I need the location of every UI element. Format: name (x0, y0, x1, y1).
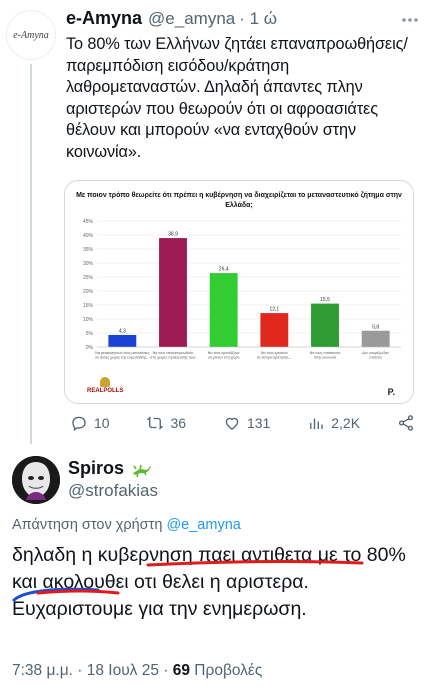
brand-name: REALPOLLS (87, 388, 124, 394)
y-tick-label: 30% (83, 261, 94, 267)
bar (361, 330, 390, 347)
reply-icon (72, 416, 86, 432)
reply-target-link[interactable]: @e_amyna (166, 517, 240, 533)
tweet-text: Το 80% των Ελλήνων ζητάει επαναπροωθήσει… (66, 35, 408, 161)
y-tick-label: 40% (83, 233, 94, 239)
bar-value-label: 5,8 (372, 324, 379, 330)
share-button[interactable] (397, 414, 415, 432)
x-category-label: Να τους εντάσσουν στην κοινωνία (310, 351, 341, 360)
heart-icon (225, 417, 239, 430)
y-tick-label: 20% (83, 289, 94, 295)
y-tick-label: 35% (83, 247, 94, 253)
reply-count: 10 (94, 415, 110, 431)
reply-button[interactable]: 10 (70, 414, 110, 432)
reply-author[interactable]: Spiros (68, 458, 152, 479)
y-tick-label: 25% (83, 275, 94, 281)
x-category-label: Να τους εμποδίζουν να μπουν στη χώρα (208, 351, 240, 360)
tweet-actions: 10 36 131 2,2K (70, 414, 415, 432)
bar-value-label: 12,1 (269, 307, 279, 313)
views-button[interactable]: 2,2K (307, 414, 360, 432)
lizard-icon (133, 464, 152, 477)
bar (159, 238, 187, 347)
reply-meta: 7:38 μ.μ. · 18 Ιουλ 25 · 69 Προβολές (12, 662, 262, 680)
reply-context: Απάντηση στον χρήστη @e_amyna (12, 517, 241, 533)
bar-chart: 0% 5% 10% 15% 20% 25% 30% 35% 40% 45% 4,3 Να μετακι… (83, 219, 401, 360)
brand-mark: P. (387, 387, 395, 397)
reply-views-count: 69 (172, 662, 190, 679)
views-chart-icon (310, 418, 323, 429)
retweet-icon (147, 416, 164, 430)
more-dots-icon[interactable] (401, 10, 419, 28)
chart-brand-logo: REALPOLLS (87, 377, 123, 395)
views-count: 2,2K (331, 415, 361, 431)
bar-value-label: 26,4 (219, 267, 229, 273)
retweet-button[interactable]: 36 (146, 414, 186, 432)
reply-timestamp[interactable]: 7:38 μ.μ. · 18 Ιουλ 25 · (12, 662, 173, 679)
thread-line (30, 64, 32, 444)
bar (108, 334, 137, 347)
share-icon (398, 415, 414, 431)
avatar-logo-text: e-Amyna (13, 29, 49, 41)
reply-prefix: Απάντηση στον χρήστη (12, 517, 167, 533)
retweet-count: 36 (170, 415, 187, 431)
bar-value-label: 38,9 (168, 232, 178, 238)
author-avatar[interactable]: e-Amyna (6, 10, 56, 60)
y-tick-label: 15% (83, 303, 94, 309)
y-tick-label: 10% (83, 317, 94, 323)
like-button[interactable]: 131 (223, 414, 270, 432)
x-category-label: Να τους κρατούν σε κέντρα κράτησης... (257, 351, 292, 360)
y-tick-label: 5% (86, 331, 94, 337)
x-category-label: Δεν γνωρίζω/Δεν απαντώ (362, 351, 389, 360)
author-name[interactable]: e-Amyna (66, 8, 142, 29)
bar (209, 273, 238, 347)
reply-avatar[interactable] (12, 456, 60, 504)
y-tick-label: 45% (83, 219, 94, 225)
y-tick-label: 0% (86, 345, 94, 351)
x-category-label: Να μετακινήσουν τους μετανάστες σε άλλες … (95, 351, 149, 360)
x-category-label: Να τους επαναπροωθούν στις χώρες προέλευσ… (150, 351, 196, 360)
reply-handle[interactable]: @strofakias (68, 481, 158, 501)
reply-author-name: Spiros (68, 458, 125, 478)
bar-value-label: 4,3 (119, 328, 126, 334)
author-handle[interactable]: @e_amyna (148, 9, 235, 29)
bar (311, 303, 339, 347)
tweet-header: e-Amyna @e_amyna · 1 ώ (66, 8, 419, 29)
brand-emblem-icon (100, 377, 111, 387)
reply-views-label: Προβολές (190, 662, 263, 679)
bar-value-label: 15,5 (320, 297, 330, 303)
tweet-time[interactable]: · 1 ώ (239, 9, 277, 29)
like-count: 131 (246, 415, 271, 431)
chart-image-card[interactable]: Με ποιον τρόπο θεωρείτε ότι πρέπει η κυβ… (64, 180, 414, 404)
reply-text: δηλαδη η κυβερνηση παει αντιθετα με το 8… (12, 544, 406, 620)
bar (260, 313, 289, 347)
